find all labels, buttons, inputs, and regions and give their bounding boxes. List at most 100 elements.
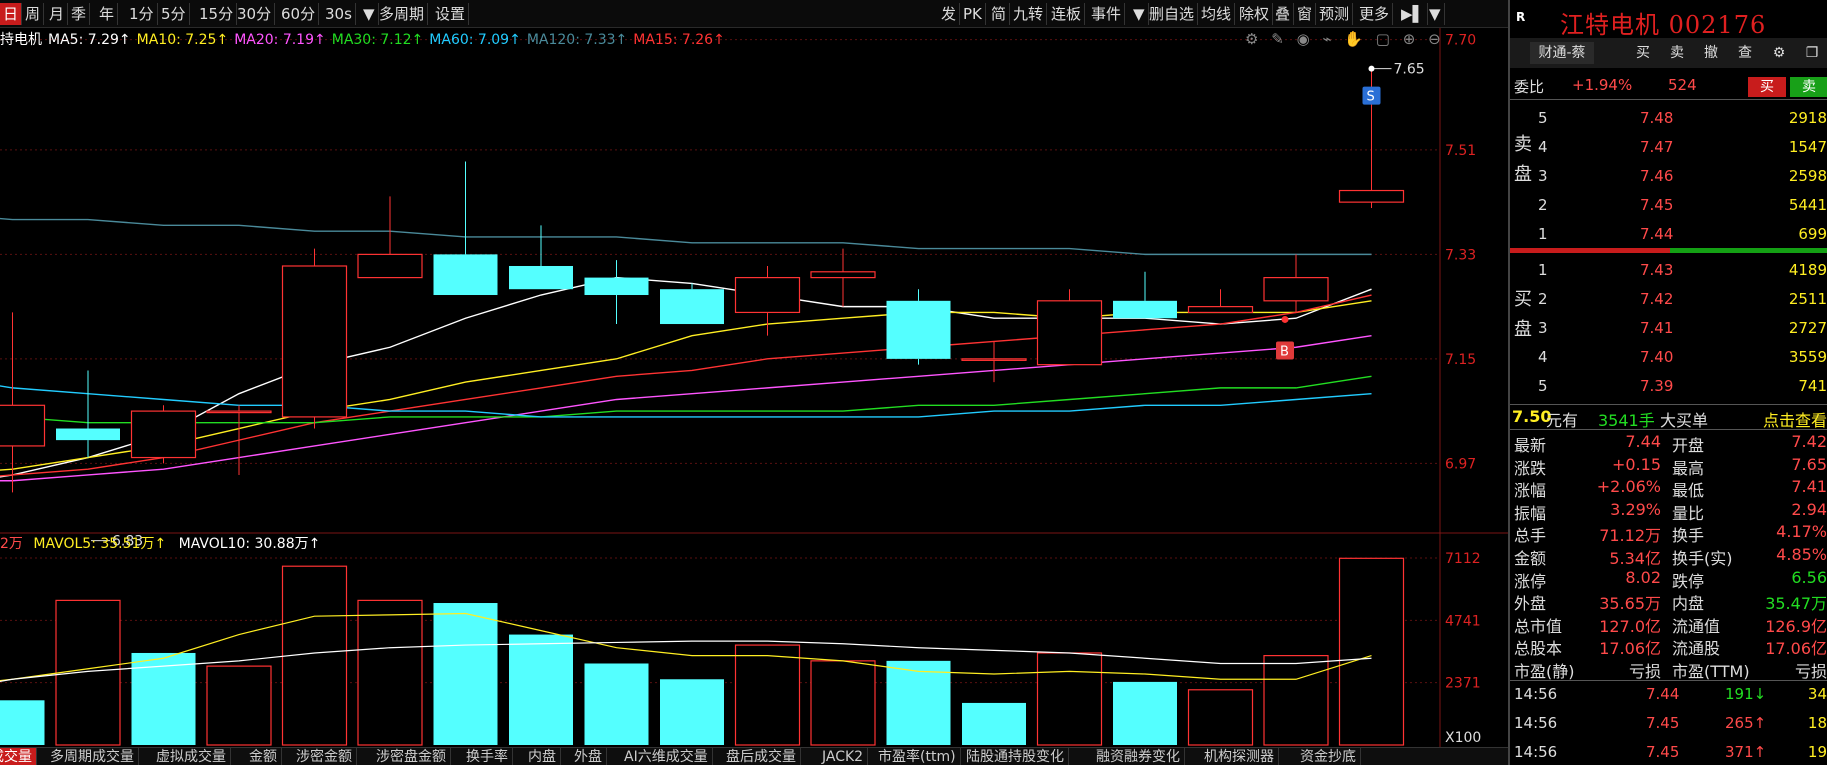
draw-icon[interactable]: ⌁ <box>1322 30 1331 48</box>
stock-name[interactable]: 江特电机 002176 <box>1560 5 1766 40</box>
tool-2[interactable]: 简 <box>988 3 1011 25</box>
period-13[interactable]: 设置 <box>432 3 470 25</box>
volume-bar[interactable] <box>0 700 45 745</box>
candle[interactable] <box>357 196 423 279</box>
window-icon[interactable]: ❐ <box>1798 42 1826 64</box>
volume-bar[interactable] <box>886 660 951 745</box>
candle[interactable] <box>1036 289 1103 366</box>
bid-row[interactable]: 5 7.39 741 <box>1510 372 1827 401</box>
ask-row[interactable]: 1 7.44 699 <box>1510 220 1827 249</box>
ask-row[interactable]: 4 7.47 1547 <box>1510 133 1827 162</box>
candle[interactable] <box>584 260 649 325</box>
period-1[interactable]: 周 <box>22 3 45 25</box>
period-2[interactable]: 月 <box>46 3 69 25</box>
account-select[interactable]: 财通-蔡 <box>1530 42 1594 64</box>
candle[interactable] <box>281 248 348 429</box>
candle[interactable] <box>433 161 498 296</box>
indicator-tab[interactable]: 多周期成交量 <box>46 748 139 765</box>
candle[interactable] <box>1263 254 1329 313</box>
buy-button[interactable]: 买 <box>1628 42 1658 64</box>
buy-signal-marker[interactable]: B <box>1276 315 1294 360</box>
quick-buy-button[interactable]: 买 <box>1748 77 1786 97</box>
period-6[interactable]: 5分 <box>158 3 190 25</box>
volume-bar[interactable] <box>433 603 498 745</box>
indicator-tab[interactable]: 盘后成交量 <box>722 748 801 765</box>
zoom-out-icon[interactable]: ⊖ <box>1428 30 1441 48</box>
period-0[interactable]: 日 <box>0 3 23 25</box>
ask-row[interactable]: 2 7.45 5441 <box>1510 191 1827 220</box>
volume-bar[interactable] <box>810 660 876 746</box>
period-3[interactable]: 季 <box>68 3 91 25</box>
period-5[interactable]: 1分 <box>126 3 158 25</box>
candle[interactable] <box>206 405 272 475</box>
volume-bar[interactable] <box>734 644 801 746</box>
indicator-tab[interactable]: 融资融券变化 <box>1092 748 1185 765</box>
indicator-tab[interactable]: 内盘 <box>524 748 561 765</box>
volume-bar[interactable] <box>962 702 1026 745</box>
candle[interactable] <box>1187 289 1254 314</box>
indicator-tab[interactable]: 虚拟成交量 <box>152 748 231 765</box>
big-order-link[interactable]: 点击查看 <box>1763 407 1827 431</box>
volume-bar[interactable] <box>357 599 423 746</box>
hand-icon[interactable]: ✋ <box>1344 30 1363 48</box>
lock-icon[interactable]: ▢ <box>1376 30 1390 48</box>
candle[interactable] <box>961 341 1027 383</box>
indicator-tab[interactable]: 涉密盘金额 <box>372 748 451 765</box>
bid-row[interactable]: 3 7.41 2727 <box>1510 314 1827 343</box>
bid-row[interactable]: 1 7.43 4189 <box>1510 256 1827 285</box>
candle[interactable] <box>734 265 801 336</box>
sell-signal-marker[interactable]: S <box>1362 86 1381 105</box>
tool-4[interactable]: 连板 <box>1048 3 1086 25</box>
indicator-tab[interactable]: 机构探测器 <box>1200 748 1279 765</box>
quick-sell-button[interactable]: 卖 <box>1790 77 1827 97</box>
query-button[interactable]: 查 <box>1730 42 1760 64</box>
volume-bar[interactable] <box>1187 689 1254 746</box>
tool-15[interactable]: ▼ <box>1426 3 1445 25</box>
volume-bar[interactable] <box>55 599 121 746</box>
settings-icon[interactable]: ⚙ <box>1245 30 1258 48</box>
volume-bar[interactable] <box>1263 655 1329 746</box>
eye-icon[interactable]: ◉ <box>1297 30 1310 48</box>
tool-13[interactable]: 更多 <box>1356 3 1394 25</box>
bid-row[interactable]: 2 7.42 2511 <box>1510 285 1827 314</box>
volume-bar[interactable] <box>1338 557 1405 746</box>
tool-14[interactable]: ▶▌ <box>1398 3 1429 25</box>
period-10[interactable]: 30s <box>322 3 356 25</box>
volume-bar[interactable] <box>206 665 272 746</box>
period-8[interactable]: 30分 <box>234 3 276 25</box>
indicator-tab[interactable]: 资金抄底 <box>1296 748 1361 765</box>
candle[interactable] <box>56 370 120 458</box>
zoom-in-icon[interactable]: ⊕ <box>1403 30 1416 48</box>
candle[interactable] <box>1113 271 1177 319</box>
volume-bar[interactable] <box>509 634 573 745</box>
bid-row[interactable]: 4 7.40 3559 <box>1510 343 1827 372</box>
tool-9[interactable]: 除权 <box>1236 3 1274 25</box>
pen-icon[interactable]: ✎ <box>1271 30 1284 48</box>
indicator-tab[interactable]: 市盈率(ttm) <box>874 748 961 765</box>
volume-bar[interactable] <box>584 663 649 745</box>
volume-bar[interactable] <box>1036 652 1103 746</box>
tool-3[interactable]: 九转 <box>1010 3 1048 25</box>
tool-10[interactable]: 叠 <box>1272 3 1295 25</box>
indicator-tab[interactable]: 金额 <box>245 748 282 765</box>
candle[interactable] <box>810 248 876 307</box>
tool-1[interactable]: PK <box>960 3 986 25</box>
tool-11[interactable]: 窗 <box>1294 3 1317 25</box>
settings-icon[interactable]: ⚙ <box>1764 42 1794 64</box>
ask-row[interactable]: 3 7.46 2598 <box>1510 162 1827 191</box>
indicator-tab[interactable]: AI六维成交量 <box>620 748 713 765</box>
kline-chart[interactable]: 7.70 7.51 7.33 7.15 6.97 7112 4741 2371 X100 7.65… <box>0 28 1508 748</box>
period-4[interactable]: 年 <box>96 3 119 25</box>
volume-bar[interactable] <box>1113 681 1177 745</box>
indicator-tab[interactable]: JACK2 <box>818 748 869 765</box>
period-7[interactable]: 15分 <box>196 3 238 25</box>
period-9[interactable]: 60分 <box>278 3 320 25</box>
tool-8[interactable]: 均线 <box>1198 3 1236 25</box>
sell-button[interactable]: 卖 <box>1662 42 1692 64</box>
indicator-tab[interactable]: 换手率 <box>462 748 513 765</box>
indicator-tab[interactable]: 外盘 <box>570 748 607 765</box>
volume-bar[interactable] <box>660 679 724 745</box>
cancel-button[interactable]: 撤 <box>1696 42 1726 64</box>
candle[interactable] <box>886 289 951 365</box>
tool-0[interactable]: 发 <box>938 3 961 25</box>
